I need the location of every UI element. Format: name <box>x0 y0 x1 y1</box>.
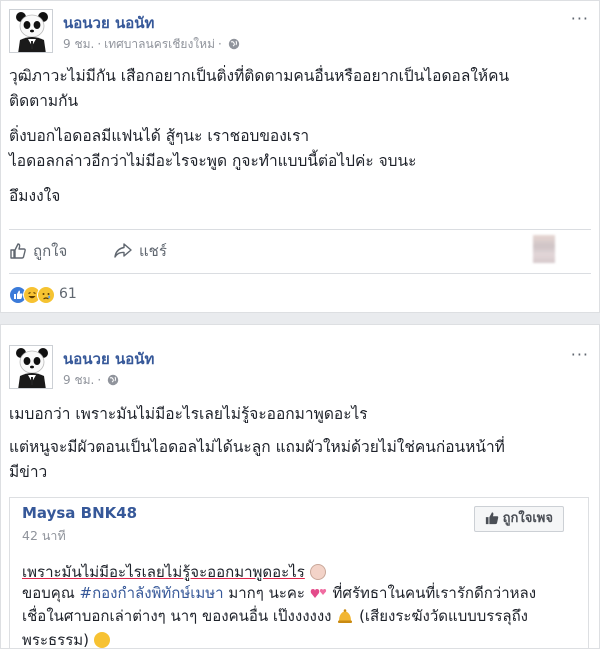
bell-emoji-icon <box>336 608 354 630</box>
shared-text-segment: ที่ศรัทธาในคนที่เรารักดีกว่าหลง <box>327 584 537 602</box>
post-time[interactable]: 9 ชม. <box>63 37 94 51</box>
post-text: วุฒิภาวะไม่มีกัน เสือกอยากเป็นติ่งที่ติด… <box>9 64 589 209</box>
post-meta: 9 ชม. · เทศบาลนครเชียงใหม่ · <box>63 35 240 54</box>
shared-text-segment: มากๆ นะคะ <box>223 584 305 602</box>
author-name[interactable]: นอนวย นอนัท <box>63 11 154 35</box>
shared-line: เพราะมันไม่มีอะไรเลยไม่รู้จะออกมาพูดอะไร <box>22 562 577 583</box>
post-time[interactable]: 9 ชม. <box>63 373 94 387</box>
sad-reaction-icon <box>37 286 55 304</box>
reaction-count: 61 <box>59 286 77 302</box>
shared-line: พระธรรม) <box>22 630 577 649</box>
globe-icon <box>107 374 119 389</box>
post-line: เมบอกว่า เพราะมันไม่มีอะไรเลยไม่รู้จะออก… <box>9 405 368 423</box>
panda-avatar[interactable] <box>9 9 53 53</box>
post-line: แต่หนูจะมีผัวตอนเป็นไอดอลไม่ได้นะลูก แถม… <box>9 438 505 456</box>
like-label: ถูกใจ <box>33 242 68 260</box>
shared-text-segment: พระธรรม) <box>22 631 90 649</box>
like-page-button[interactable]: ถูกใจเพจ <box>473 506 564 532</box>
shared-text-segment: ขอบคุณ <box>22 584 80 602</box>
shared-post[interactable]: Maysa BNK48 42 นาที ถูกใจเพจ เพราะมันไม่… <box>9 497 589 649</box>
shared-page-name[interactable]: Maysa BNK48 <box>22 504 137 522</box>
thumbs-up-icon <box>10 243 26 259</box>
post-line: วุฒิภาวะไม่มีกัน เสือกอยากเป็นติ่งที่ติด… <box>9 67 510 85</box>
post-header: นอนวย นอนัท 9 ชม. · ··· <box>9 345 589 389</box>
shared-text-segment: เชื่อในศาบอกเล่าต่างๆ นาๆ ของคนอื่น เป๊ง… <box>22 607 332 625</box>
divider <box>9 273 591 274</box>
post-line: ติ่งบอกไอดอลมีแฟนได้ สู้ๆนะ เราชอบของเรา <box>9 127 310 145</box>
hearts-emoji-icon <box>310 585 328 606</box>
share-arrow-icon <box>114 243 132 258</box>
thumbs-up-icon <box>485 512 498 525</box>
post-line: ติดตามกัน <box>9 92 79 110</box>
share-button[interactable]: แชร์ <box>113 239 167 263</box>
face-emoji-icon <box>309 564 326 580</box>
post-header: นอนวย นอนัท 9 ชม. · เทศบาลนครเชียงใหม่ · ··… <box>9 9 589 53</box>
shared-text-segment: (เสียงระฆังวัดแบบบรรลุถึง <box>354 607 528 625</box>
blurred-avatar <box>533 235 555 263</box>
more-options-icon[interactable]: ··· <box>571 345 589 364</box>
like-page-label: ถูกใจเพจ <box>502 511 553 526</box>
globe-icon <box>228 38 240 53</box>
smirk-emoji-icon <box>93 632 110 648</box>
post-card: นอนวย นอนัท 9 ชม. · ··· เมบอกว่า เพราะมัน… <box>0 324 600 649</box>
author-name[interactable]: นอนวย นอนัท <box>63 347 154 371</box>
panda-avatar[interactable] <box>9 345 53 389</box>
more-options-icon[interactable]: ··· <box>571 9 589 28</box>
shared-line: เชื่อในศาบอกเล่าต่างๆ นาๆ ของคนอื่น เป๊ง… <box>22 606 577 630</box>
shared-post-time[interactable]: 42 นาที <box>22 526 66 546</box>
post-text: เมบอกว่า เพราะมันไม่มีอะไรเลยไม่รู้จะออก… <box>9 402 589 485</box>
like-button[interactable]: ถูกใจ <box>9 239 67 263</box>
post-line: อึมงงใจ <box>9 187 61 205</box>
hashtag-link[interactable]: #กองกำลังพิทักษ์เมษา <box>80 584 224 602</box>
action-bar: ถูกใจ แชร์ <box>9 235 589 265</box>
post-meta: 9 ชม. · <box>63 371 119 390</box>
share-label: แชร์ <box>139 242 167 260</box>
shared-line: ขอบคุณ #กองกำลังพิทักษ์เมษา มากๆ นะคะ ที… <box>22 583 577 606</box>
shared-quote: เพราะมันไม่มีอะไรเลยไม่รู้จะออกมาพูดอะไร <box>22 563 305 581</box>
post-location[interactable]: เทศบาลนครเชียงใหม่ <box>104 37 215 51</box>
shared-post-text: เพราะมันไม่มีอะไรเลยไม่รู้จะออกมาพูดอะไร… <box>22 562 577 649</box>
divider <box>9 229 591 230</box>
post-card: นอนวย นอนัท 9 ชม. · เทศบาลนครเชียงใหม่ · ··… <box>0 0 600 313</box>
post-line: มีข่าว <box>9 463 48 481</box>
post-line: ไอดอลกล่าวอีกว่าไม่มีอะไรจะพูด กูจะทำแบบ… <box>9 152 417 170</box>
